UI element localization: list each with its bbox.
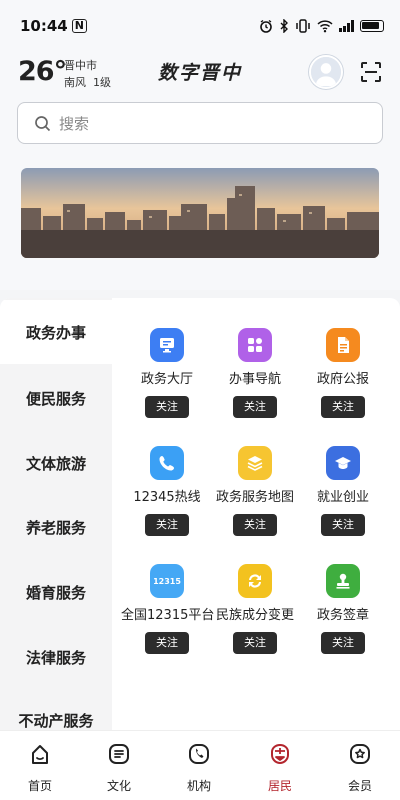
sidebar-item-label: 法律服务 — [25, 648, 86, 667]
service-tile-e-seal[interactable]: 政务签章 关注 — [297, 564, 389, 654]
home-icon — [32, 745, 48, 764]
refresh-icon — [238, 564, 272, 598]
city-name: 晋中市 — [64, 59, 97, 72]
service-label: 政府公报 — [316, 372, 369, 387]
service-tile-service-map[interactable]: 政务服务地图 关注 — [209, 446, 301, 536]
search-placeholder: 搜索 — [59, 114, 90, 133]
service-label: 全国12315平台 — [121, 608, 215, 623]
temperature: 26° — [18, 56, 67, 87]
stamp-icon — [326, 564, 360, 598]
tab-home[interactable]: 首页 — [10, 741, 70, 794]
search-icon — [35, 115, 51, 131]
sidebar-item-label: 文体旅游 — [25, 454, 86, 473]
culture-icon — [109, 744, 129, 764]
phone-icon — [150, 446, 184, 480]
badge-text: 12315 — [153, 576, 181, 586]
status-icons — [259, 19, 384, 33]
sidebar-item-convenience[interactable]: 便民服务 — [0, 366, 112, 430]
sidebar-item-government-affairs[interactable]: 政务办事 — [0, 300, 112, 364]
service-tile-ethnicity-change[interactable]: 民族成分变更 关注 — [209, 564, 301, 654]
wind-info: 南风 1级 — [64, 76, 111, 89]
tab-label: 机构 — [186, 779, 211, 793]
sidebar-item-marriage-birth[interactable]: 婚育服务 — [0, 560, 112, 624]
graduation-cap-icon — [326, 446, 360, 480]
grid-icon — [238, 328, 272, 362]
services-panel: 政务办事 便民服务 文体旅游 养老服务 婚育服务 法律服务 不动产服务 政务大厅… — [0, 298, 400, 730]
service-label: 12345热线 — [133, 490, 201, 505]
sidebar-item-culture-tourism[interactable]: 文体旅游 — [0, 431, 112, 495]
service-tile-guide[interactable]: 办事导航 关注 — [209, 328, 301, 418]
weather-info: 晋中市 南风 1级 — [64, 57, 111, 91]
tab-member[interactable]: 会员 — [330, 741, 390, 794]
sidebar-item-label: 婚育服务 — [25, 583, 86, 602]
tab-label: 首页 — [27, 779, 52, 793]
top-area: 10:44 N 26° 晋中市 南风 1级 数字晋中 搜索 — [0, 0, 400, 290]
tab-institution[interactable]: 机构 — [169, 741, 229, 794]
service-label: 政务服务地图 — [215, 490, 294, 505]
app-logo-title: 数字晋中 — [157, 62, 242, 84]
search-bar[interactable]: 搜索 — [17, 102, 383, 144]
alarm-icon — [260, 19, 272, 33]
service-tile-employment[interactable]: 就业创业 关注 — [297, 446, 389, 536]
wifi-icon — [317, 20, 333, 33]
status-bar: 10:44 N — [0, 0, 400, 52]
service-label: 民族成分变更 — [215, 608, 294, 623]
layers-icon — [238, 446, 272, 480]
sidebar-item-legal[interactable]: 法律服务 — [0, 625, 112, 689]
service-label: 政务签章 — [316, 608, 369, 623]
follow-button[interactable]: 关注 — [321, 396, 365, 418]
12315-badge-icon: 12315 — [150, 564, 184, 598]
sidebar-item-real-estate[interactable]: 不动产服务 — [0, 688, 112, 730]
nfc-icon: N — [71, 19, 87, 33]
status-time: 10:44 N — [20, 17, 87, 35]
service-tile-hotline[interactable]: 12345热线 关注 — [121, 446, 213, 536]
sidebar-item-label: 便民服务 — [25, 389, 86, 408]
tab-label: 居民 — [267, 779, 292, 793]
tab-culture[interactable]: 文化 — [89, 741, 149, 794]
follow-button[interactable]: 关注 — [145, 514, 189, 536]
bottom-tab-bar: 首页 文化 机构 居民 会员 — [0, 730, 400, 800]
follow-button[interactable]: 关注 — [321, 514, 365, 536]
service-label: 办事导航 — [228, 372, 281, 387]
sidebar-item-label: 政务办事 — [25, 323, 86, 342]
follow-button[interactable]: 关注 — [321, 632, 365, 654]
vibrate-icon — [296, 19, 310, 33]
sidebar-item-label: 不动产服务 — [18, 711, 94, 730]
tab-label: 文化 — [106, 779, 131, 793]
tab-resident[interactable]: 居民 — [250, 741, 310, 794]
follow-button[interactable]: 关注 — [145, 396, 189, 418]
service-label: 政务大厅 — [140, 372, 193, 387]
follow-button[interactable]: 关注 — [233, 514, 277, 536]
institution-icon — [189, 744, 209, 764]
document-icon — [326, 328, 360, 362]
city-banner-image[interactable] — [21, 168, 379, 258]
sidebar-item-label: 养老服务 — [25, 518, 86, 537]
clock-text: 10:44 — [20, 17, 68, 35]
category-sidebar: 政务办事 便民服务 文体旅游 养老服务 婚育服务 法律服务 不动产服务 — [0, 298, 112, 730]
bluetooth-icon — [280, 19, 288, 33]
member-icon — [350, 744, 370, 764]
sidebar-item-elderly-care[interactable]: 养老服务 — [0, 495, 112, 559]
user-avatar-icon — [311, 57, 341, 87]
battery-icon — [360, 20, 384, 32]
tab-label: 会员 — [347, 779, 372, 793]
service-tile-gazette[interactable]: 政府公报 关注 — [297, 328, 389, 418]
follow-button[interactable]: 关注 — [145, 632, 189, 654]
scan-icon[interactable] — [360, 61, 382, 83]
service-label: 就业创业 — [316, 490, 369, 505]
follow-button[interactable]: 关注 — [233, 396, 277, 418]
service-tile-government-hall[interactable]: 政务大厅 关注 — [121, 328, 213, 418]
monitor-icon — [150, 328, 184, 362]
avatar[interactable] — [309, 55, 343, 89]
header: 26° 晋中市 南风 1级 数字晋中 — [0, 52, 400, 96]
follow-button[interactable]: 关注 — [233, 632, 277, 654]
signal-icon — [339, 20, 354, 32]
resident-icon — [271, 743, 289, 765]
service-tile-12315[interactable]: 12315 全国12315平台 关注 — [121, 564, 215, 654]
